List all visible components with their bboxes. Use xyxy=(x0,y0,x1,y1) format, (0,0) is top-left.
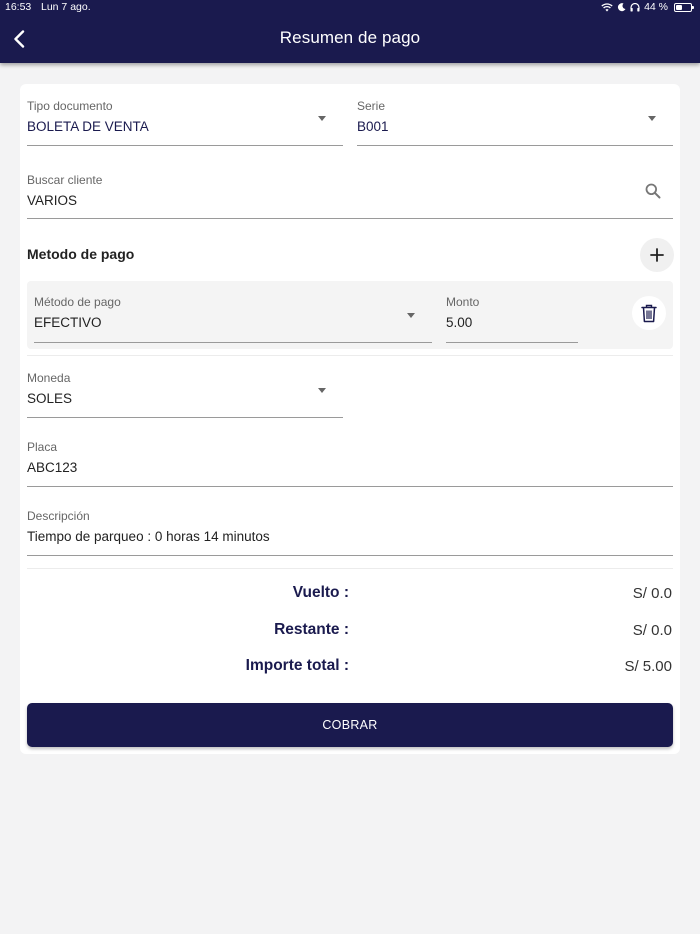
vuelto-label: Vuelto : xyxy=(292,584,349,601)
cobrar-button[interactable]: COBRAR xyxy=(27,703,673,747)
payment-method-row: Método de pago EFECTIVO Monto 5.00 xyxy=(27,281,673,349)
status-bar: 16:53 Lun 7 ago. 44 % xyxy=(0,0,700,14)
importe-total-label: Importe total : xyxy=(245,657,349,674)
placa-label: Placa xyxy=(27,440,58,454)
summary-divider xyxy=(27,568,673,569)
caret-down-icon xyxy=(318,388,326,393)
placa-underline xyxy=(27,486,673,487)
status-time: 16:53 xyxy=(5,1,32,13)
section-divider xyxy=(27,355,673,356)
buscar-cliente-value: VARIOS xyxy=(27,193,78,208)
serie-label: Serie xyxy=(357,99,386,113)
moneda-label: Moneda xyxy=(27,371,71,385)
importe-total-value: S/ 5.00 xyxy=(624,658,672,675)
serie-select[interactable]: Serie B001 xyxy=(357,99,673,146)
battery-percent: 44 % xyxy=(644,1,668,13)
restante-value: S/ 0.0 xyxy=(632,622,672,639)
moneda-underline xyxy=(27,417,343,418)
placa-input[interactable]: Placa ABC123 xyxy=(27,440,673,487)
descripcion-label: Descripción xyxy=(27,509,90,523)
app-header: 16:53 Lun 7 ago. 44 % Resumen de pago xyxy=(0,0,700,63)
serie-value: B001 xyxy=(357,119,389,134)
status-right: 44 % xyxy=(601,0,694,14)
descripcion-input[interactable]: Descripción Tiempo de parqueo : 0 horas … xyxy=(27,509,673,556)
monto-underline xyxy=(446,342,578,343)
delete-payment-button[interactable] xyxy=(632,296,666,330)
monto-value: 5.00 xyxy=(446,315,473,330)
buscar-cliente-input[interactable]: Buscar cliente VARIOS xyxy=(27,173,673,219)
monto-label: Monto xyxy=(446,295,480,309)
battery-icon xyxy=(674,2,694,12)
metodo-pago-select[interactable]: Método de pago EFECTIVO xyxy=(34,295,432,343)
status-date: Lun 7 ago. xyxy=(41,1,91,13)
serie-underline xyxy=(357,145,673,146)
moneda-value: SOLES xyxy=(27,391,73,406)
metodo-pago-underline xyxy=(34,342,432,343)
battery-fill xyxy=(676,4,683,10)
monto-input[interactable]: Monto 5.00 xyxy=(446,295,578,343)
metodo-pago-title: Metodo de pago xyxy=(27,246,135,262)
moneda-select[interactable]: Moneda SOLES xyxy=(27,371,343,418)
headphones-icon xyxy=(630,2,640,11)
wifi-icon xyxy=(601,2,613,11)
placa-value: ABC123 xyxy=(27,460,78,475)
tipo-documento-underline xyxy=(27,145,343,146)
metodo-pago-label: Método de pago xyxy=(34,295,121,309)
plus-icon xyxy=(650,248,664,262)
payment-summary-card: Tipo documento BOLETA DE VENTA Serie B00… xyxy=(20,84,680,754)
buscar-cliente-label: Buscar cliente xyxy=(27,173,103,187)
buscar-cliente-underline xyxy=(27,218,673,219)
descripcion-value: Tiempo de parqueo : 0 horas 14 minutos xyxy=(27,529,270,544)
caret-down-icon xyxy=(648,116,656,121)
search-icon[interactable] xyxy=(645,183,661,199)
descripcion-underline xyxy=(27,555,673,556)
metodo-pago-value: EFECTIVO xyxy=(34,315,102,330)
tipo-documento-value: BOLETA DE VENTA xyxy=(27,119,149,134)
tipo-documento-select[interactable]: Tipo documento BOLETA DE VENTA xyxy=(27,99,343,146)
vuelto-value: S/ 0.0 xyxy=(632,585,672,602)
caret-down-icon xyxy=(318,116,326,121)
add-payment-method-button[interactable] xyxy=(640,238,674,272)
page-title: Resumen de pago xyxy=(279,28,421,47)
trash-icon xyxy=(641,304,657,322)
moon-icon xyxy=(617,2,626,11)
caret-down-icon xyxy=(407,313,415,318)
restante-label: Restante : xyxy=(274,621,349,638)
tipo-documento-label: Tipo documento xyxy=(27,99,113,113)
